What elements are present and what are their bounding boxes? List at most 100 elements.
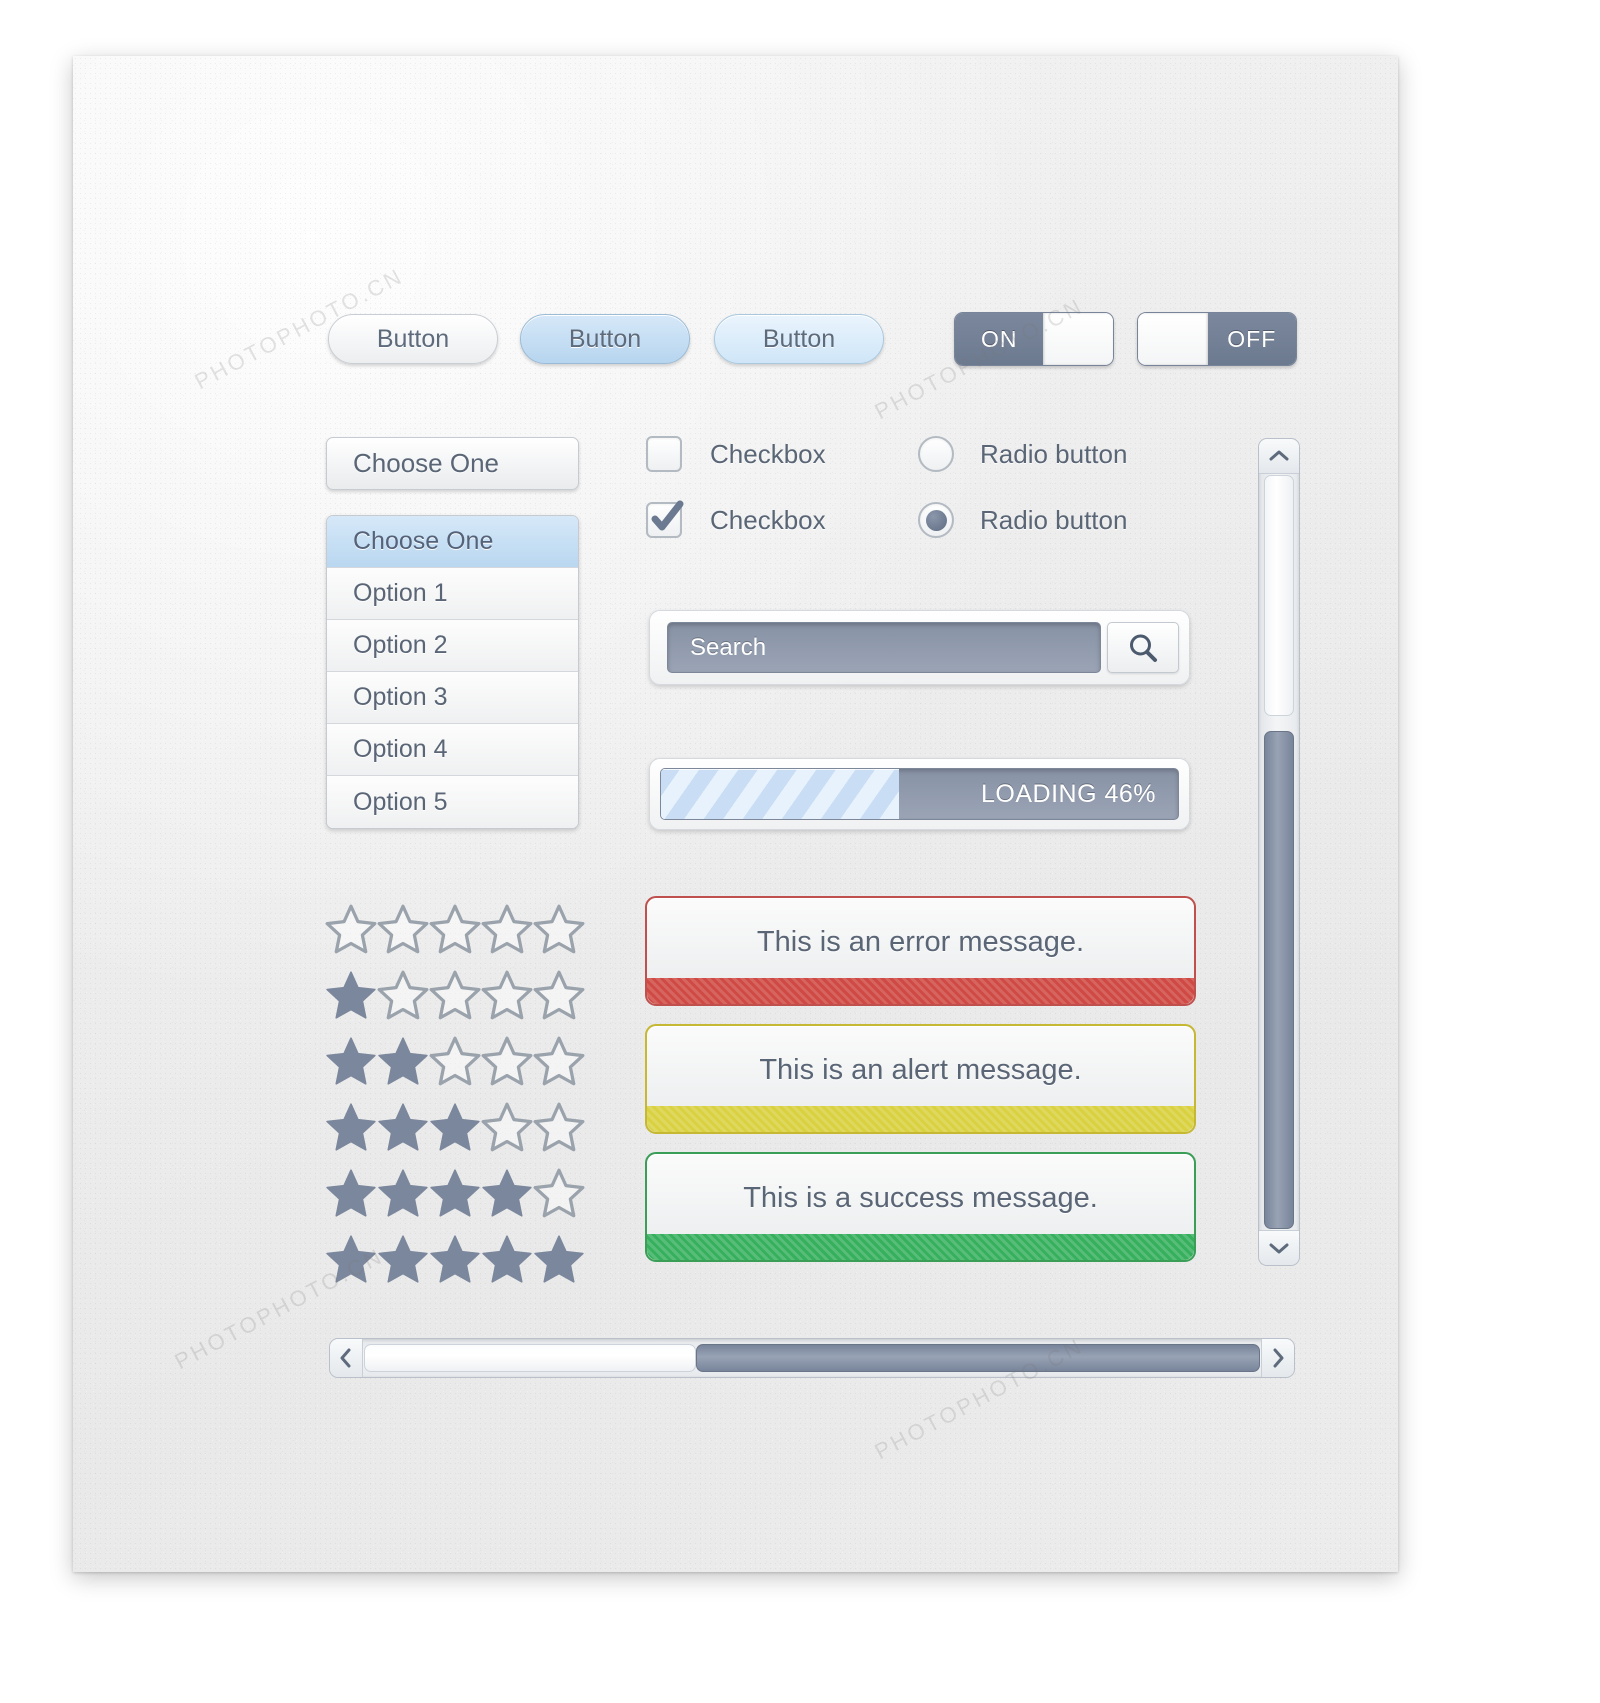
star-filled-icon[interactable] bbox=[377, 1167, 429, 1219]
radio-selected-icon[interactable] bbox=[918, 502, 954, 538]
star-filled-icon[interactable] bbox=[377, 1233, 429, 1285]
vertical-scrollbar[interactable] bbox=[1258, 438, 1300, 1266]
radio-row-unselected[interactable]: Radio button bbox=[918, 436, 1127, 472]
select-dropdown-value: Choose One bbox=[353, 448, 499, 478]
chevron-down-icon bbox=[1269, 1243, 1289, 1254]
star-empty-icon[interactable] bbox=[533, 903, 585, 955]
message-success-body: This is a success message. bbox=[647, 1154, 1194, 1242]
vertical-scroll-thumb[interactable] bbox=[1264, 475, 1294, 717]
star-filled-icon[interactable] bbox=[481, 1233, 533, 1285]
star-empty-icon[interactable] bbox=[429, 903, 481, 955]
message-error-stripe bbox=[647, 978, 1194, 1004]
button-light-blue-label: Button bbox=[762, 324, 836, 353]
star-filled-icon[interactable] bbox=[325, 1233, 377, 1285]
toggle-off-knob[interactable] bbox=[1138, 313, 1208, 365]
star-filled-icon[interactable] bbox=[377, 1035, 429, 1087]
button-blue-label: Button bbox=[568, 324, 642, 353]
button-blue[interactable]: Button bbox=[520, 314, 690, 364]
ui-kit-panel: Button Button Button ON OFF Choose One C… bbox=[73, 56, 1398, 1572]
search-input[interactable]: Search bbox=[667, 622, 1101, 673]
button-light-blue[interactable]: Button bbox=[714, 314, 884, 364]
star-filled-icon[interactable] bbox=[481, 1167, 533, 1219]
star-filled-icon[interactable] bbox=[377, 1101, 429, 1153]
checkbox-unchecked-icon[interactable] bbox=[646, 436, 682, 472]
star-empty-icon[interactable] bbox=[429, 969, 481, 1021]
star-filled-icon[interactable] bbox=[325, 1035, 377, 1087]
star-empty-icon[interactable] bbox=[325, 903, 377, 955]
message-success: This is a success message. bbox=[645, 1152, 1196, 1262]
toggle-switch-off[interactable]: OFF bbox=[1137, 312, 1297, 366]
horizontal-scroll-trough[interactable] bbox=[695, 1344, 1260, 1372]
progress-track: LOADING 46% bbox=[660, 768, 1179, 820]
radio-unselected-icon[interactable] bbox=[918, 436, 954, 472]
star-filled-icon[interactable] bbox=[325, 969, 377, 1021]
toggle-off-label: OFF bbox=[1207, 313, 1296, 365]
star-rating-row[interactable] bbox=[325, 1094, 585, 1160]
horizontal-scroll-thumb[interactable] bbox=[364, 1344, 696, 1372]
select-dropdown-open[interactable]: Choose One Option 1 Option 2 Option 3 Op… bbox=[326, 515, 579, 829]
star-rating-row[interactable] bbox=[325, 1028, 585, 1094]
search-bar[interactable]: Search bbox=[649, 610, 1190, 685]
star-empty-icon[interactable] bbox=[481, 969, 533, 1021]
star-filled-icon[interactable] bbox=[325, 1167, 377, 1219]
toggle-switch-on[interactable]: ON bbox=[954, 312, 1114, 366]
star-empty-icon[interactable] bbox=[377, 969, 429, 1021]
chevron-up-icon bbox=[1269, 450, 1289, 461]
ui-kit-canvas: Button Button Button ON OFF Choose One C… bbox=[0, 0, 1600, 1703]
star-filled-icon[interactable] bbox=[325, 1101, 377, 1153]
star-empty-icon[interactable] bbox=[429, 1035, 481, 1087]
chevron-right-icon bbox=[1273, 1348, 1284, 1368]
horizontal-scrollbar[interactable] bbox=[329, 1338, 1295, 1378]
select-option-2[interactable]: Option 2 bbox=[327, 620, 578, 672]
checkbox-checked-icon[interactable] bbox=[646, 500, 684, 538]
search-icon bbox=[1130, 634, 1157, 662]
scroll-left-button[interactable] bbox=[330, 1339, 363, 1377]
star-empty-icon[interactable] bbox=[481, 1101, 533, 1153]
button-white[interactable]: Button bbox=[328, 314, 498, 364]
star-rating-row[interactable] bbox=[325, 962, 585, 1028]
message-success-stripe bbox=[647, 1234, 1194, 1260]
scroll-right-button[interactable] bbox=[1261, 1339, 1294, 1377]
message-error: This is an error message. bbox=[645, 896, 1196, 1006]
toggle-on-knob[interactable] bbox=[1043, 313, 1113, 365]
select-dropdown-closed[interactable]: Choose One bbox=[326, 437, 579, 490]
star-filled-icon[interactable] bbox=[429, 1233, 481, 1285]
toggle-on-label: ON bbox=[955, 313, 1044, 365]
search-button[interactable] bbox=[1107, 622, 1179, 673]
star-empty-icon[interactable] bbox=[481, 903, 533, 955]
checkbox-row-unchecked[interactable]: Checkbox bbox=[646, 436, 826, 472]
select-option-5[interactable]: Option 5 bbox=[327, 776, 578, 828]
radio-dot-icon bbox=[925, 509, 947, 531]
star-empty-icon[interactable] bbox=[377, 903, 429, 955]
star-empty-icon[interactable] bbox=[533, 1101, 585, 1153]
star-rating-row[interactable] bbox=[325, 1160, 585, 1226]
star-filled-icon[interactable] bbox=[533, 1233, 585, 1285]
checkbox-row-checked[interactable]: Checkbox bbox=[646, 500, 826, 538]
progress-label: LOADING 46% bbox=[980, 779, 1156, 808]
star-empty-icon[interactable] bbox=[533, 1167, 585, 1219]
message-alert-stripe bbox=[647, 1106, 1194, 1132]
star-rating-row[interactable] bbox=[325, 896, 585, 962]
vertical-scroll-track[interactable] bbox=[1264, 475, 1294, 1229]
horizontal-scroll-track[interactable] bbox=[364, 1344, 1260, 1372]
radio-unselected-label: Radio button bbox=[980, 438, 1128, 469]
message-error-body: This is an error message. bbox=[647, 898, 1194, 986]
star-empty-icon[interactable] bbox=[533, 1035, 585, 1087]
star-filled-icon[interactable] bbox=[429, 1167, 481, 1219]
message-alert-text: This is an alert message. bbox=[759, 1053, 1082, 1086]
select-option-4[interactable]: Option 4 bbox=[327, 724, 578, 776]
message-success-text: This is a success message. bbox=[743, 1181, 1098, 1214]
scroll-down-button[interactable] bbox=[1259, 1230, 1299, 1265]
select-option-choose-one[interactable]: Choose One bbox=[327, 516, 578, 568]
star-filled-icon[interactable] bbox=[429, 1101, 481, 1153]
select-option-3[interactable]: Option 3 bbox=[327, 672, 578, 724]
star-empty-icon[interactable] bbox=[533, 969, 585, 1021]
scroll-up-button[interactable] bbox=[1259, 439, 1299, 474]
select-option-1[interactable]: Option 1 bbox=[327, 568, 578, 620]
star-rating-row[interactable] bbox=[325, 1226, 585, 1292]
button-white-label: Button bbox=[376, 324, 450, 353]
star-empty-icon[interactable] bbox=[481, 1035, 533, 1087]
radio-row-selected[interactable]: Radio button bbox=[918, 502, 1127, 538]
check-mark-icon bbox=[651, 500, 684, 531]
vertical-scroll-trough[interactable] bbox=[1264, 731, 1294, 1229]
